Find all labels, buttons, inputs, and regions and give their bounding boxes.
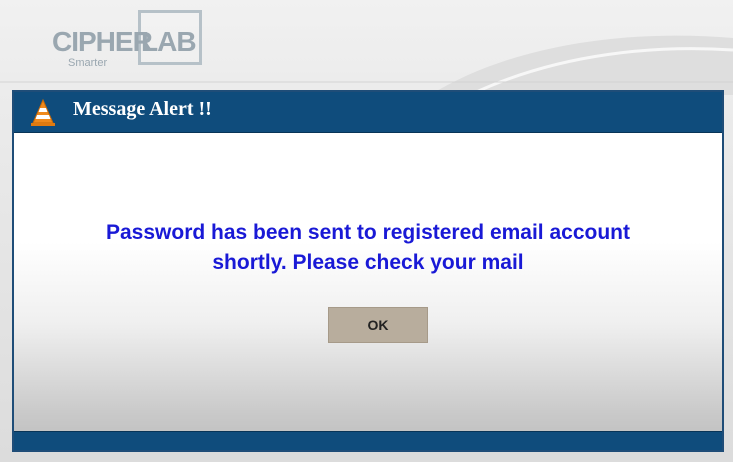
- dialog-title: Message Alert !!: [73, 98, 212, 120]
- ok-button[interactable]: OK: [328, 307, 428, 343]
- dialog-titlebar: Message Alert !!: [14, 92, 722, 133]
- cipherlab-logo: CIPHER LAB Smarter: [46, 10, 211, 72]
- alert-message: Password has been sent to registered ema…: [105, 221, 630, 274]
- logo-cipher-text: CIPHER: [52, 26, 153, 57]
- logo-lab-text: LAB: [141, 26, 197, 57]
- dialog-footer-bar: [14, 431, 722, 450]
- logo-tagline: Smarter: [68, 57, 108, 69]
- message-alert-dialog: Message Alert !! Password has been sent …: [12, 90, 724, 452]
- traffic-cone-icon: [31, 98, 55, 126]
